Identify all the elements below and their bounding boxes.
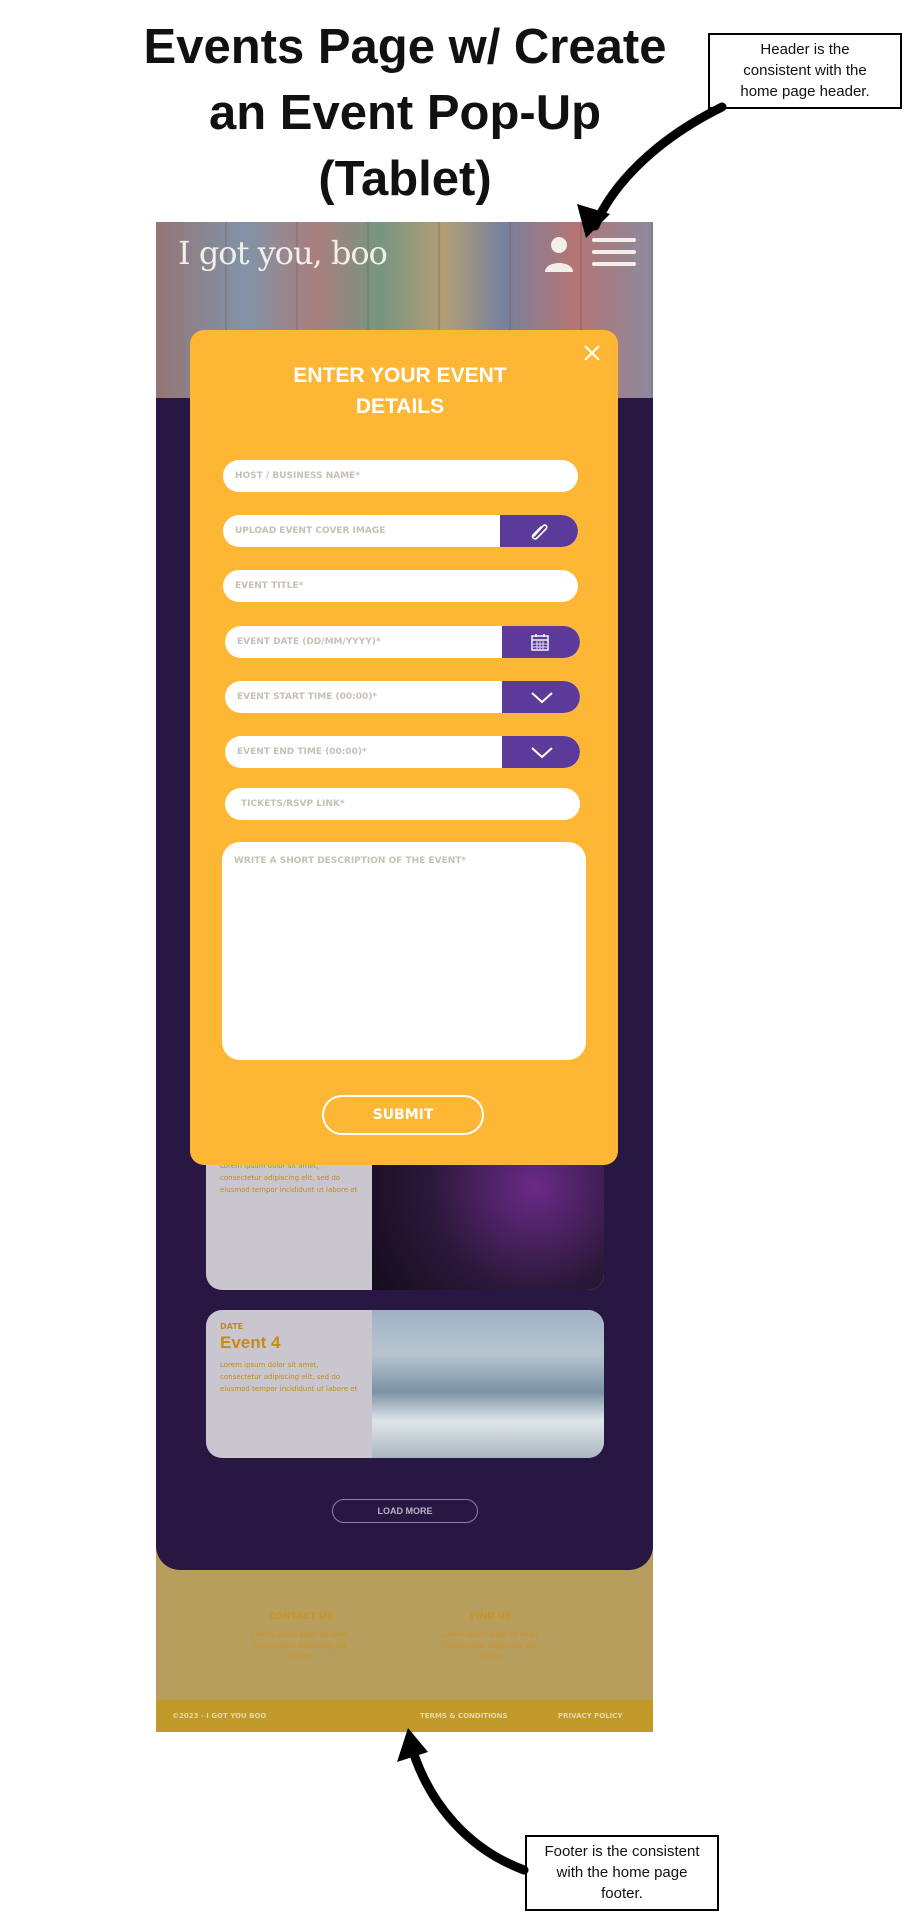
- footer-contact-text: Lorem ipsum dolor sit amet, consectetur …: [246, 1630, 356, 1663]
- footer-text-line: sed do: [289, 1653, 313, 1661]
- footer-terms-link[interactable]: TERMS & CONDITIONS: [420, 1712, 508, 1720]
- menu-bar: [592, 250, 636, 254]
- site-logo[interactable]: I got you, boo: [178, 234, 388, 272]
- header-annotation: Header is the consistent with the home p…: [708, 33, 902, 109]
- page-title-line3: (Tablet): [318, 152, 492, 206]
- event-desc-line: consectetur adipiscing elit, sed do: [220, 1174, 341, 1182]
- event-image-beach: [372, 1310, 604, 1458]
- event-date-field: [225, 626, 580, 658]
- footer-text-line: sed do: [479, 1653, 503, 1661]
- modal-title-line2: DETAILS: [355, 395, 445, 418]
- upload-cover-field: [223, 515, 578, 547]
- event-card[interactable]: DATE Event 4 Lorem ipsum dolor sit amet,…: [206, 1310, 604, 1458]
- footer-contact: CONTACT US Lorem ipsum dolor sit amet, c…: [246, 1612, 356, 1663]
- page-title-line1: Events Page w/ Create: [143, 20, 667, 74]
- menu-bar: [592, 262, 636, 266]
- event-desc-line: Lorem ipsum dolor sit amet,: [220, 1361, 319, 1369]
- footer-annotation-line1: Footer is the consistent: [544, 1843, 700, 1860]
- footer-privacy-link[interactable]: PRIVACY POLICY: [558, 1712, 622, 1720]
- footer-annotation-line3: footer.: [601, 1885, 643, 1902]
- event-title: Event 4: [220, 1333, 281, 1352]
- load-more-button[interactable]: LOAD MORE: [332, 1499, 478, 1523]
- end-time-input[interactable]: [225, 736, 502, 768]
- footer-text-line: consectetur adipiscing elit,: [253, 1642, 349, 1650]
- page-title: Events Page w/ Create an Event Pop-Up (T…: [100, 14, 710, 212]
- date-picker-button[interactable]: [502, 626, 580, 658]
- upload-cover-input[interactable]: [223, 515, 500, 547]
- event-desc-line: consectetur adipiscing elit, sed do: [220, 1373, 341, 1381]
- footer-text-line: Lorem ipsum dolor sit amet,: [441, 1631, 541, 1639]
- start-time-field: [225, 681, 580, 713]
- modal-title-line1: ENTER YOUR EVENT: [293, 364, 507, 387]
- footer-annotation: Footer is the consistent with the home p…: [525, 1835, 719, 1911]
- footer-find-title: FIND US: [470, 1612, 512, 1622]
- header-annotation-line1: Header is the: [760, 41, 850, 58]
- end-time-field: [225, 736, 580, 768]
- hamburger-menu-icon[interactable]: [592, 238, 636, 272]
- user-icon[interactable]: [544, 236, 574, 272]
- event-desc-line: eiusmod tempor incididunt ut labore et: [220, 1385, 358, 1393]
- paperclip-icon: [531, 524, 548, 540]
- page-title-line2: an Event Pop-Up: [208, 86, 602, 140]
- footer-find: FIND US Lorem ipsum dolor sit amet, cons…: [436, 1612, 546, 1663]
- end-time-dropdown-button[interactable]: [502, 736, 580, 768]
- create-event-modal: ENTER YOUR EVENT DETAILS HOST / BUSINESS…: [190, 330, 618, 1165]
- event-description-textarea[interactable]: [222, 842, 586, 1060]
- event-description: Lorem ipsum dolor sit amet, consectetur …: [220, 1359, 360, 1395]
- footer-contact-title: CONTACT US: [269, 1612, 333, 1622]
- footer-find-text: Lorem ipsum dolor sit amet, consectetur …: [436, 1630, 546, 1663]
- event-title-input[interactable]: [223, 570, 578, 602]
- modal-title: ENTER YOUR EVENT DETAILS: [250, 360, 550, 422]
- footer-annotation-line2: with the home page: [556, 1864, 688, 1881]
- event-description: Lorem ipsum dolor sit amet, consectetur …: [220, 1160, 360, 1196]
- footer-copyright: ©2023 - I GOT YOU BOO: [172, 1712, 267, 1720]
- event-date: DATE: [220, 1322, 244, 1331]
- event-desc-line: eiusmod tempor incididunt ut labore et: [220, 1186, 358, 1194]
- chevron-down-icon: [531, 692, 553, 704]
- event-date-input[interactable]: [225, 626, 502, 658]
- footer-text-line: consectetur adipiscing elit,: [443, 1642, 539, 1650]
- header-annotation-line3: home page header.: [740, 83, 870, 100]
- host-name-input[interactable]: [223, 460, 578, 492]
- tickets-link-input[interactable]: [225, 788, 580, 820]
- menu-bar: [592, 238, 636, 242]
- close-icon[interactable]: [583, 344, 601, 362]
- calendar-icon: [531, 634, 549, 651]
- start-time-dropdown-button[interactable]: [502, 681, 580, 713]
- host-name-field: [223, 460, 578, 492]
- chevron-down-icon: [531, 747, 553, 759]
- footer-text-line: Lorem ipsum dolor sit amet,: [251, 1631, 351, 1639]
- tickets-link-field: [225, 788, 580, 820]
- header-annotation-line2: consistent with the: [743, 62, 867, 79]
- start-time-input[interactable]: [225, 681, 502, 713]
- event-title-field: [223, 570, 578, 602]
- event-card-text: DATE Event 4 Lorem ipsum dolor sit amet,…: [220, 1322, 360, 1395]
- attach-button[interactable]: [500, 515, 578, 547]
- footer-bar: ©2023 - I GOT YOU BOO TERMS & CONDITIONS…: [156, 1700, 653, 1732]
- submit-button[interactable]: SUBMIT: [322, 1095, 484, 1135]
